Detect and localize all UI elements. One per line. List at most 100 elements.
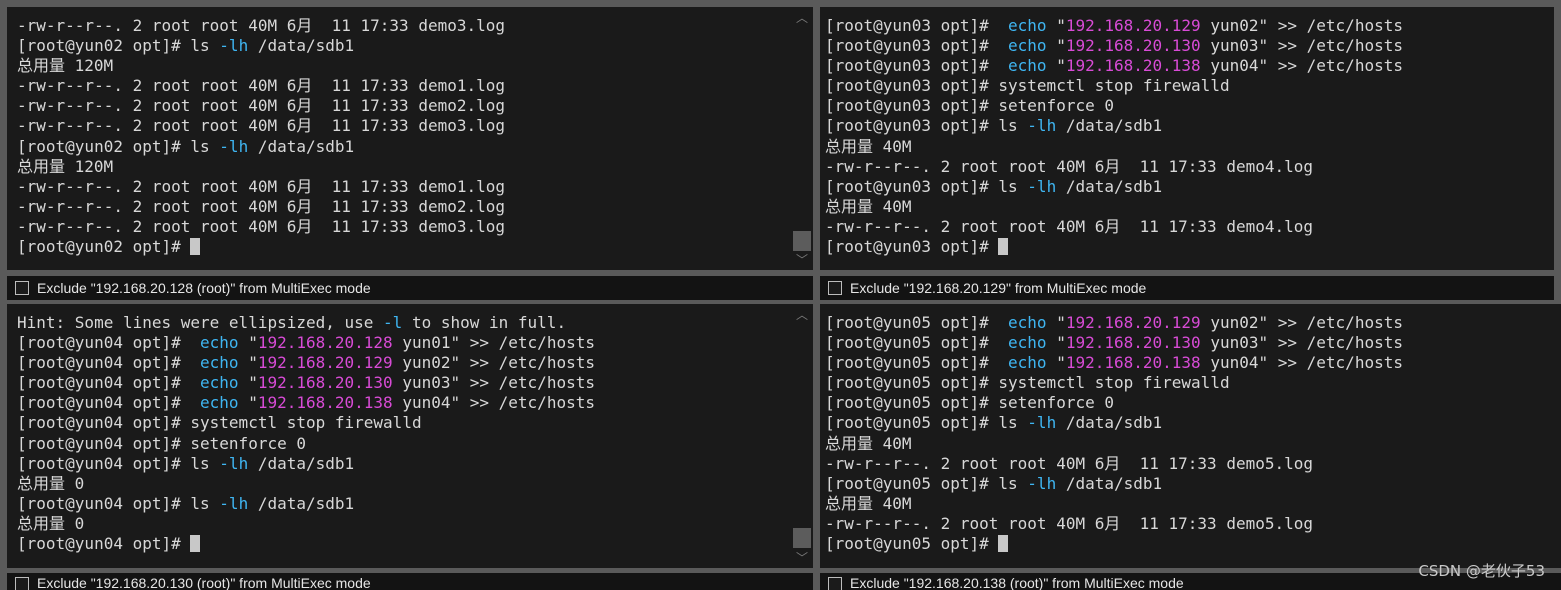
terminal-cmd-token: echo <box>200 393 239 413</box>
terminal-text: 总用量 120M <box>17 156 114 176</box>
terminal-text: yun02" >> /etc/hosts <box>1200 16 1403 35</box>
terminal-cmd-token: echo <box>200 353 239 373</box>
terminal-line: [root@yun05 opt]# echo "192.168.20.129 y… <box>825 313 1551 333</box>
terminal-line: [root@yun03 opt]# echo "192.168.20.130 y… <box>825 36 1544 56</box>
terminal-text: /data/sdb1 <box>248 136 355 156</box>
terminal-text: [root@yun05 opt]# <box>825 333 1009 353</box>
terminal-output[interactable]: [root@yun05 opt]# echo "192.168.20.129 y… <box>825 313 1551 554</box>
cursor-block <box>190 238 201 256</box>
terminal-flag-token: -lh <box>1027 413 1057 433</box>
terminal-pane-4[interactable]: [root@yun05 opt]# echo "192.168.20.129 y… <box>820 304 1561 568</box>
terminal-line: -rw-r--r--. 2 root root 40M 6月 11 17:33 … <box>825 157 1544 177</box>
terminal-text: -rw-r--r--. 2 root root 40M 6月 11 17:33 … <box>825 216 1314 236</box>
chevron-up-icon[interactable]: ︿ <box>791 306 813 323</box>
terminal-line: -rw-r--r--. 2 root root 40M 6月 11 17:33 … <box>825 454 1551 474</box>
terminal-text: [root@yun05 opt]# ls <box>825 473 1028 493</box>
terminal-pane-3[interactable]: Hint: Some lines were ellipsized, use -l… <box>7 304 813 568</box>
terminal-str-token: 192.168.20.130 <box>1065 36 1201 56</box>
terminal-text: [root@yun02 opt]# ls <box>17 36 220 56</box>
terminal-text: " <box>1046 56 1066 76</box>
terminal-line: 总用量 120M <box>17 157 783 177</box>
terminal-text: 总用量 0 <box>17 513 85 533</box>
terminal-text: " <box>238 333 258 353</box>
chevron-up-icon[interactable]: ︿ <box>791 9 813 26</box>
scrollbar[interactable]: ︿ ﹀ <box>791 304 813 568</box>
terminal-flag-token: -lh <box>1027 116 1057 136</box>
terminal-text: [root@yun03 opt]# <box>825 237 999 257</box>
terminal-line: [root@yun03 opt]# echo "192.168.20.129 y… <box>825 16 1544 36</box>
terminal-text: yun02" >> /etc/hosts <box>392 353 595 373</box>
terminal-line: 总用量 40M <box>825 494 1551 514</box>
exclude-label: Exclude "192.168.20.138 (root)" from Mul… <box>850 575 1184 590</box>
terminal-text: [root@yun04 opt]# systemctl stop firewal… <box>17 413 422 433</box>
terminal-text: [root@yun03 opt]# ls <box>825 176 1028 196</box>
terminal-flag-token: -lh <box>219 36 249 56</box>
terminal-text: [root@yun02 opt]# ls <box>17 136 220 156</box>
cursor-block <box>998 238 1009 256</box>
terminal-line: [root@yun03 opt]# setenforce 0 <box>825 96 1544 116</box>
terminal-str-token: 192.168.20.138 <box>1065 353 1201 373</box>
terminal-text: -rw-r--r--. 2 root root 40M 6月 11 17:33 … <box>17 16 506 35</box>
terminal-pane-2[interactable]: [root@yun03 opt]# echo "192.168.20.129 y… <box>820 7 1554 270</box>
terminal-text: [root@yun05 opt]# setenforce 0 <box>825 393 1114 413</box>
terminal-line: [root@yun05 opt]# ls -lh /data/sdb1 <box>825 474 1551 494</box>
terminal-text: /data/sdb1 <box>248 453 355 473</box>
terminal-pane-1[interactable]: -rw-r--r--. 2 root root 40M 6月 11 17:33 … <box>7 7 813 270</box>
chevron-down-icon[interactable]: ﹀ <box>791 251 813 268</box>
terminal-text: -rw-r--r--. 2 root root 40M 6月 11 17:33 … <box>17 216 506 236</box>
multiexec-exclude-row[interactable]: Exclude "192.168.20.130 (root)" from Mul… <box>7 573 813 590</box>
terminal-text: yun03" >> /etc/hosts <box>392 373 595 393</box>
terminal-text: yun02" >> /etc/hosts <box>1200 313 1403 332</box>
terminal-text: yun01" >> /etc/hosts <box>392 333 595 353</box>
terminal-line: -rw-r--r--. 2 root root 40M 6月 11 17:33 … <box>825 217 1544 237</box>
terminal-text: " <box>1046 16 1066 35</box>
terminal-text: /data/sdb1 <box>248 36 355 56</box>
terminal-line: 总用量 120M <box>17 56 783 76</box>
terminal-text: [root@yun04 opt]# <box>17 333 201 353</box>
terminal-line: -rw-r--r--. 2 root root 40M 6月 11 17:33 … <box>17 177 783 197</box>
terminal-cmd-token: echo <box>1008 56 1047 76</box>
terminal-cmd-token: echo <box>1008 333 1047 353</box>
terminal-text: " <box>238 353 258 373</box>
terminal-text: 总用量 120M <box>17 56 114 76</box>
terminal-text: /data/sdb1 <box>1056 116 1163 136</box>
multiexec-exclude-row[interactable]: Exclude "192.168.20.129" from MultiExec … <box>820 276 1554 300</box>
exclude-checkbox[interactable] <box>828 577 842 590</box>
terminal-text: -rw-r--r--. 2 root root 40M 6月 11 17:33 … <box>17 96 506 116</box>
multiexec-exclude-row[interactable]: Exclude "192.168.20.128 (root)" from Mul… <box>7 276 813 300</box>
terminal-cmd-token: echo <box>200 373 239 393</box>
terminal-text: 总用量 40M <box>825 136 912 156</box>
terminal-str-token: 192.168.20.129 <box>1065 16 1201 35</box>
cursor-block <box>190 535 201 553</box>
terminal-line: [root@yun04 opt]# systemctl stop firewal… <box>17 413 783 433</box>
scrollbar[interactable]: ︿ ﹀ <box>791 7 813 270</box>
terminal-line: [root@yun02 opt]# <box>17 237 783 257</box>
terminal-output[interactable]: Hint: Some lines were ellipsized, use -l… <box>17 313 783 554</box>
terminal-text: [root@yun05 opt]# <box>825 353 1009 373</box>
scrollbar-thumb[interactable] <box>793 231 811 251</box>
terminal-output[interactable]: -rw-r--r--. 2 root root 40M 6月 11 17:33 … <box>17 16 783 257</box>
terminal-line: [root@yun05 opt]# <box>825 534 1551 554</box>
terminal-line: -rw-r--r--. 2 root root 40M 6月 11 17:33 … <box>825 514 1551 534</box>
exclude-checkbox[interactable] <box>828 281 842 295</box>
terminal-text: [root@yun05 opt]# ls <box>825 413 1028 433</box>
terminal-output[interactable]: [root@yun03 opt]# echo "192.168.20.129 y… <box>825 16 1544 257</box>
terminal-text: -rw-r--r--. 2 root root 40M 6月 11 17:33 … <box>17 196 506 216</box>
exclude-checkbox[interactable] <box>15 577 29 590</box>
terminal-line: [root@yun05 opt]# ls -lh /data/sdb1 <box>825 413 1551 433</box>
terminal-line: [root@yun04 opt]# ls -lh /data/sdb1 <box>17 454 783 474</box>
terminal-flag-token: -lh <box>1027 176 1057 196</box>
terminal-line: [root@yun03 opt]# echo "192.168.20.138 y… <box>825 56 1544 76</box>
terminal-str-token: 192.168.20.138 <box>257 393 393 413</box>
terminal-text: /data/sdb1 <box>1056 473 1163 493</box>
terminal-line: [root@yun05 opt]# echo "192.168.20.130 y… <box>825 333 1551 353</box>
terminal-text: [root@yun03 opt]# <box>825 16 1009 35</box>
terminal-text: yun04" >> /etc/hosts <box>392 393 595 413</box>
terminal-cmd-token: echo <box>1008 313 1047 332</box>
terminal-line: [root@yun03 opt]# systemctl stop firewal… <box>825 76 1544 96</box>
chevron-down-icon[interactable]: ﹀ <box>791 549 813 566</box>
exclude-checkbox[interactable] <box>15 281 29 295</box>
terminal-str-token: 192.168.20.130 <box>257 373 393 393</box>
scrollbar-thumb[interactable] <box>793 528 811 548</box>
terminal-text: [root@yun05 opt]# systemctl stop firewal… <box>825 373 1230 393</box>
